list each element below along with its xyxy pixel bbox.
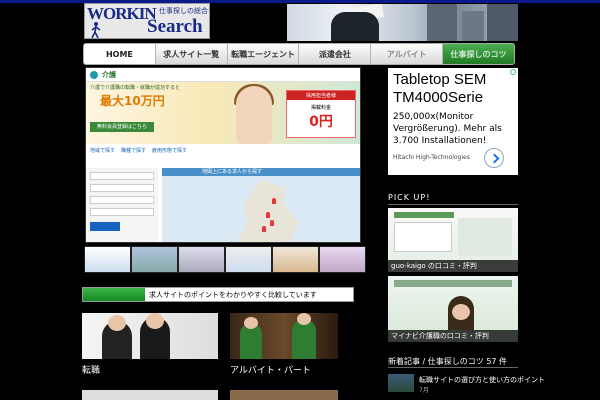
nav-item-staffing[interactable]: 派遣会社 [299, 44, 372, 64]
screenshot-brand: 介護 [102, 70, 116, 79]
tab-employment[interactable]: 雇用形態で探す [152, 147, 187, 154]
pickup-caption: guo-kaigo の口コミ・評判 [388, 260, 518, 272]
main-nav: HOME 求人サイト一覧 転職エージェント 派遣会社 アルバイト 仕事探しのコツ [83, 43, 515, 65]
ad-advertiser: Hitachi High-Technologies [393, 154, 470, 161]
nav-item-home[interactable]: HOME [84, 44, 156, 64]
pickup-item[interactable]: マイナビ介護職の口コミ・評判 [388, 276, 518, 342]
progress-fill [83, 288, 146, 301]
map-title: 地図上にある求人から探す [162, 168, 360, 176]
nav-item-tips[interactable]: 仕事探しのコツ [443, 44, 514, 64]
employer-card-price: 0円 [309, 114, 333, 130]
screenshot-sidebar [86, 168, 158, 242]
screenshot-header: 介護 [86, 68, 360, 82]
site-logo[interactable]: WORKIN 仕事探しの総合サイト Search [84, 3, 210, 39]
news-date: 7月 [419, 387, 429, 394]
map-land [234, 180, 299, 242]
search-button[interactable] [90, 222, 120, 231]
screenshot-tabs: 地域で探す 職種で探す 雇用形態で探す [86, 144, 360, 156]
ad-description: 250,000x(Monitor Vergrößerung). Mehr als… [393, 112, 502, 146]
new-articles-heading: 新着記事 / 仕事探しのコツ 57 件 [388, 357, 508, 366]
ad-headline-2: TM4000Serie [393, 89, 484, 106]
logo-word-search: Search [147, 16, 203, 37]
thumbnail[interactable] [85, 247, 130, 272]
kaigo-logo-icon [90, 70, 98, 79]
hero-person-image [236, 86, 272, 144]
card-image[interactable] [230, 390, 338, 400]
thumbnail[interactable] [179, 247, 224, 272]
part-time-card-image[interactable] [230, 313, 338, 359]
card-image[interactable] [82, 390, 218, 400]
ad-headline-1: Tabletop SEM [393, 71, 487, 88]
news-thumbnail[interactable] [388, 374, 414, 392]
news-title[interactable]: 転職サイトの選び方と使い方のポイント [419, 375, 545, 385]
walking-person-icon [91, 22, 101, 38]
pickup-heading: PICK UP! [388, 193, 431, 202]
register-button[interactable]: 無料会員登録はこちら [90, 122, 154, 132]
ad-arrow-icon[interactable] [484, 148, 504, 168]
thumbnail-strip [84, 246, 366, 273]
pickup-caption: マイナビ介護職の口コミ・評判 [388, 330, 518, 342]
nav-item-part-time[interactable]: アルバイト [371, 44, 444, 64]
map-pin [266, 212, 270, 218]
comparison-progress-bar: 求人サイトのポイントをわかりやすく比較しています [82, 287, 354, 302]
map-pin [270, 220, 274, 226]
ad-info-icon[interactable] [510, 69, 516, 75]
divider [388, 204, 518, 205]
thumbnail[interactable] [226, 247, 271, 272]
logo-tagline: 仕事探しの総合サイト [159, 7, 209, 15]
tab-area[interactable]: 地域で探す [90, 147, 115, 154]
divider [388, 367, 518, 368]
thumbnail[interactable] [320, 247, 365, 272]
part-time-card-label[interactable]: アルバイト・パート [230, 363, 311, 376]
nav-item-agents[interactable]: 転職エージェント [228, 44, 300, 64]
thumbnail[interactable] [273, 247, 318, 272]
hero-headline: 最大10万円 [100, 94, 165, 108]
featured-site-screenshot[interactable]: 介護 介護で介護職の転職・就職が成功すると 最大10万円 採用担当者様 掲載料金… [85, 67, 361, 243]
employer-card-sub: 掲載料金 [310, 105, 331, 111]
pickup-item[interactable]: guo-kaigo の口コミ・評判 [388, 208, 518, 272]
career-change-card-label[interactable]: 転職 [82, 363, 100, 376]
progress-label: 求人サイトのポイントをわかりやすく比較しています [149, 291, 317, 299]
hero-subtitle: 介護で介護職の転職・就職が成功すると [90, 85, 181, 91]
nav-item-job-sites[interactable]: 求人サイト一覧 [156, 44, 228, 64]
employer-card-title: 採用担当者様 [287, 91, 355, 100]
tab-job-type[interactable]: 職種で探す [121, 147, 146, 154]
employer-card: 採用担当者様 掲載料金 0円 [286, 90, 356, 138]
screenshot-hero: 介護で介護職の転職・就職が成功すると 最大10万円 採用担当者様 掲載料金 0円… [86, 82, 360, 144]
thumbnail[interactable] [132, 247, 177, 272]
map-pin [272, 198, 276, 204]
map-pin [262, 226, 266, 232]
career-change-card-image[interactable] [82, 313, 218, 359]
screenshot-map[interactable]: 地図上にある求人から探す [162, 168, 360, 242]
header-banner-image [287, 4, 518, 41]
sidebar-ad[interactable]: Tabletop SEM TM4000Serie 250,000x(Monito… [388, 68, 518, 175]
logo-word-workin: WORKIN [87, 4, 157, 23]
